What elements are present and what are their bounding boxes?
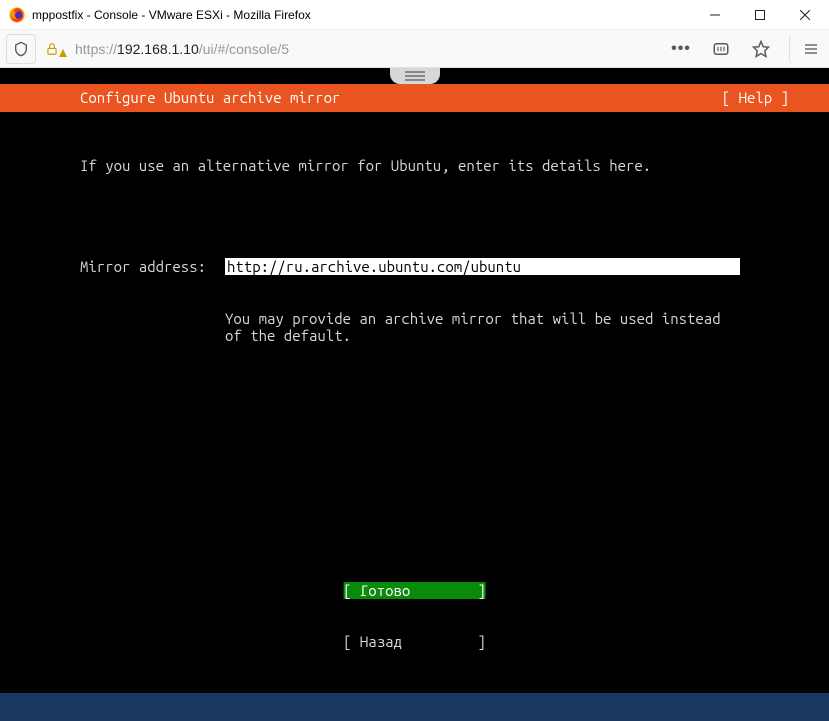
page-actions-icon[interactable]: ••• [665,34,697,64]
reader-mode-icon[interactable] [705,34,737,64]
maximize-button[interactable] [737,0,782,30]
installer-header: Configure Ubuntu archive mirror [ Help ] [0,84,829,112]
close-button[interactable] [782,0,827,30]
vmware-console: Configure Ubuntu archive mirror [ Help ]… [0,68,829,721]
firefox-icon [8,6,26,24]
mirror-hint: You may provide an archive mirror that w… [80,310,740,345]
console-footer [0,693,829,721]
toolbar-right: ••• [665,34,823,64]
url-prefix: https:// [75,41,117,57]
mirror-label: Mirror address: [80,258,225,275]
window-titlebar: mppostfix - Console - VMware ESXi - Mozi… [0,0,829,30]
help-button[interactable]: [ Help ] [722,89,789,107]
url-path: /ui/#/console/5 [199,41,289,57]
bookmark-star-icon[interactable] [745,34,777,64]
done-button[interactable]: [ Готово ] [343,582,486,599]
installer-title: Configure Ubuntu archive mirror [80,89,340,107]
mirror-row: Mirror address: http://ru.archive.ubuntu… [80,258,789,275]
console-handle-icon[interactable] [390,68,440,84]
app-menu-icon[interactable] [789,34,821,64]
tracking-protection-icon[interactable] [6,34,36,64]
url-host: 192.168.1.10 [117,41,199,57]
intro-text: If you use an alternative mirror for Ubu… [80,157,789,174]
site-identity[interactable] [42,41,67,57]
installer-body: If you use an alternative mirror for Ubu… [0,112,829,693]
minimize-button[interactable] [692,0,737,30]
address-bar[interactable]: https://192.168.1.10/ui/#/console/5 [73,41,659,57]
window-title: mppostfix - Console - VMware ESXi - Mozi… [32,8,692,22]
window-controls [692,0,827,30]
mirror-address-input[interactable]: http://ru.archive.ubuntu.com/ubuntu [225,258,740,275]
back-button[interactable]: [ Назад ] [343,633,486,650]
console-topbar [0,68,829,84]
installer-buttons: [ Готово ] [ Назад ] [343,547,486,685]
browser-toolbar: https://192.168.1.10/ui/#/console/5 ••• [0,30,829,68]
